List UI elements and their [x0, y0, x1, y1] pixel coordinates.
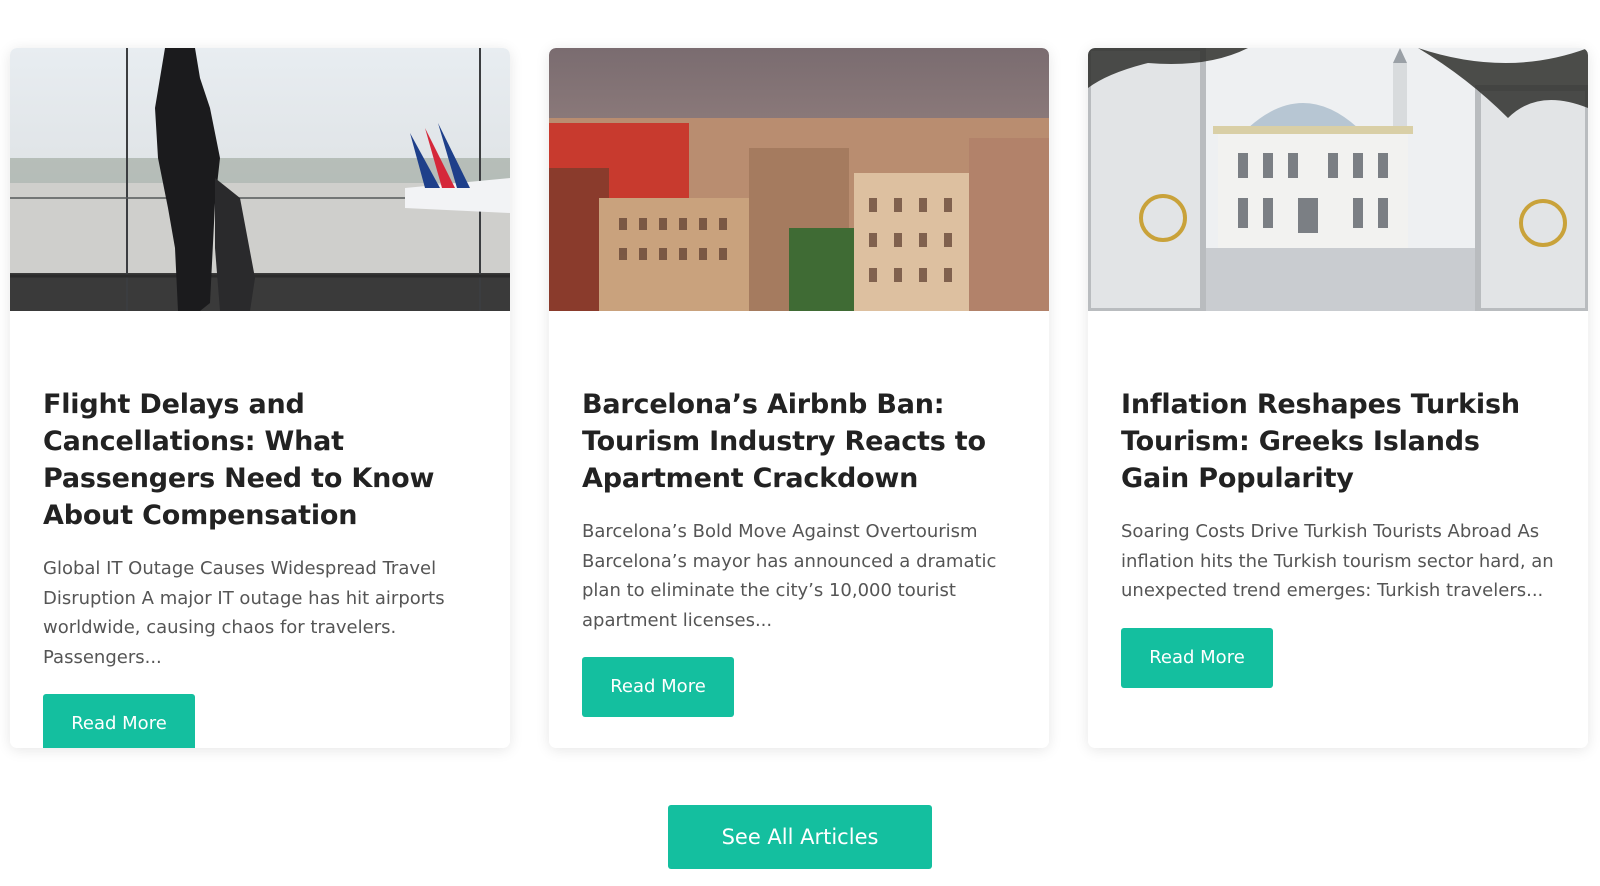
see-all-articles-button[interactable]: See All Articles — [668, 805, 932, 869]
article-excerpt: Global IT Outage Causes Widespread Trave… — [43, 558, 445, 668]
article-card-body: Barcelona’s Airbnb Ban: Tourism Industry… — [549, 311, 1049, 717]
read-more-button[interactable]: Read More — [43, 694, 195, 748]
barcelona-photo — [549, 48, 1049, 311]
article-excerpt: Barcelona’s Bold Move Against Overtouris… — [582, 521, 997, 631]
article-image-barcelona[interactable] — [549, 48, 1049, 311]
read-more-button[interactable]: Read More — [582, 657, 734, 717]
airport-photo — [10, 48, 510, 311]
article-grid: Flight Delays and Cancellations: What Pa… — [10, 48, 1590, 748]
article-excerpt: Soaring Costs Drive Turkish Tourists Abr… — [1121, 521, 1554, 601]
read-more-button[interactable]: Read More — [1121, 627, 1273, 688]
article-image-airport[interactable] — [10, 48, 510, 311]
article-card: Barcelona’s Airbnb Ban: Tourism Industry… — [549, 48, 1049, 748]
mosque-photo — [1088, 48, 1588, 311]
article-card-body: Flight Delays and Cancellations: What Pa… — [10, 311, 510, 748]
article-image-mosque[interactable] — [1088, 48, 1588, 311]
article-title[interactable]: Barcelona’s Airbnb Ban: Tourism Industry… — [582, 386, 1016, 497]
article-card: Flight Delays and Cancellations: What Pa… — [10, 48, 510, 748]
article-title[interactable]: Inflation Reshapes Turkish Tourism: Gree… — [1121, 386, 1555, 497]
article-title[interactable]: Flight Delays and Cancellations: What Pa… — [43, 386, 477, 534]
article-card-body: Inflation Reshapes Turkish Tourism: Gree… — [1088, 311, 1588, 688]
article-card: Inflation Reshapes Turkish Tourism: Gree… — [1088, 48, 1588, 748]
